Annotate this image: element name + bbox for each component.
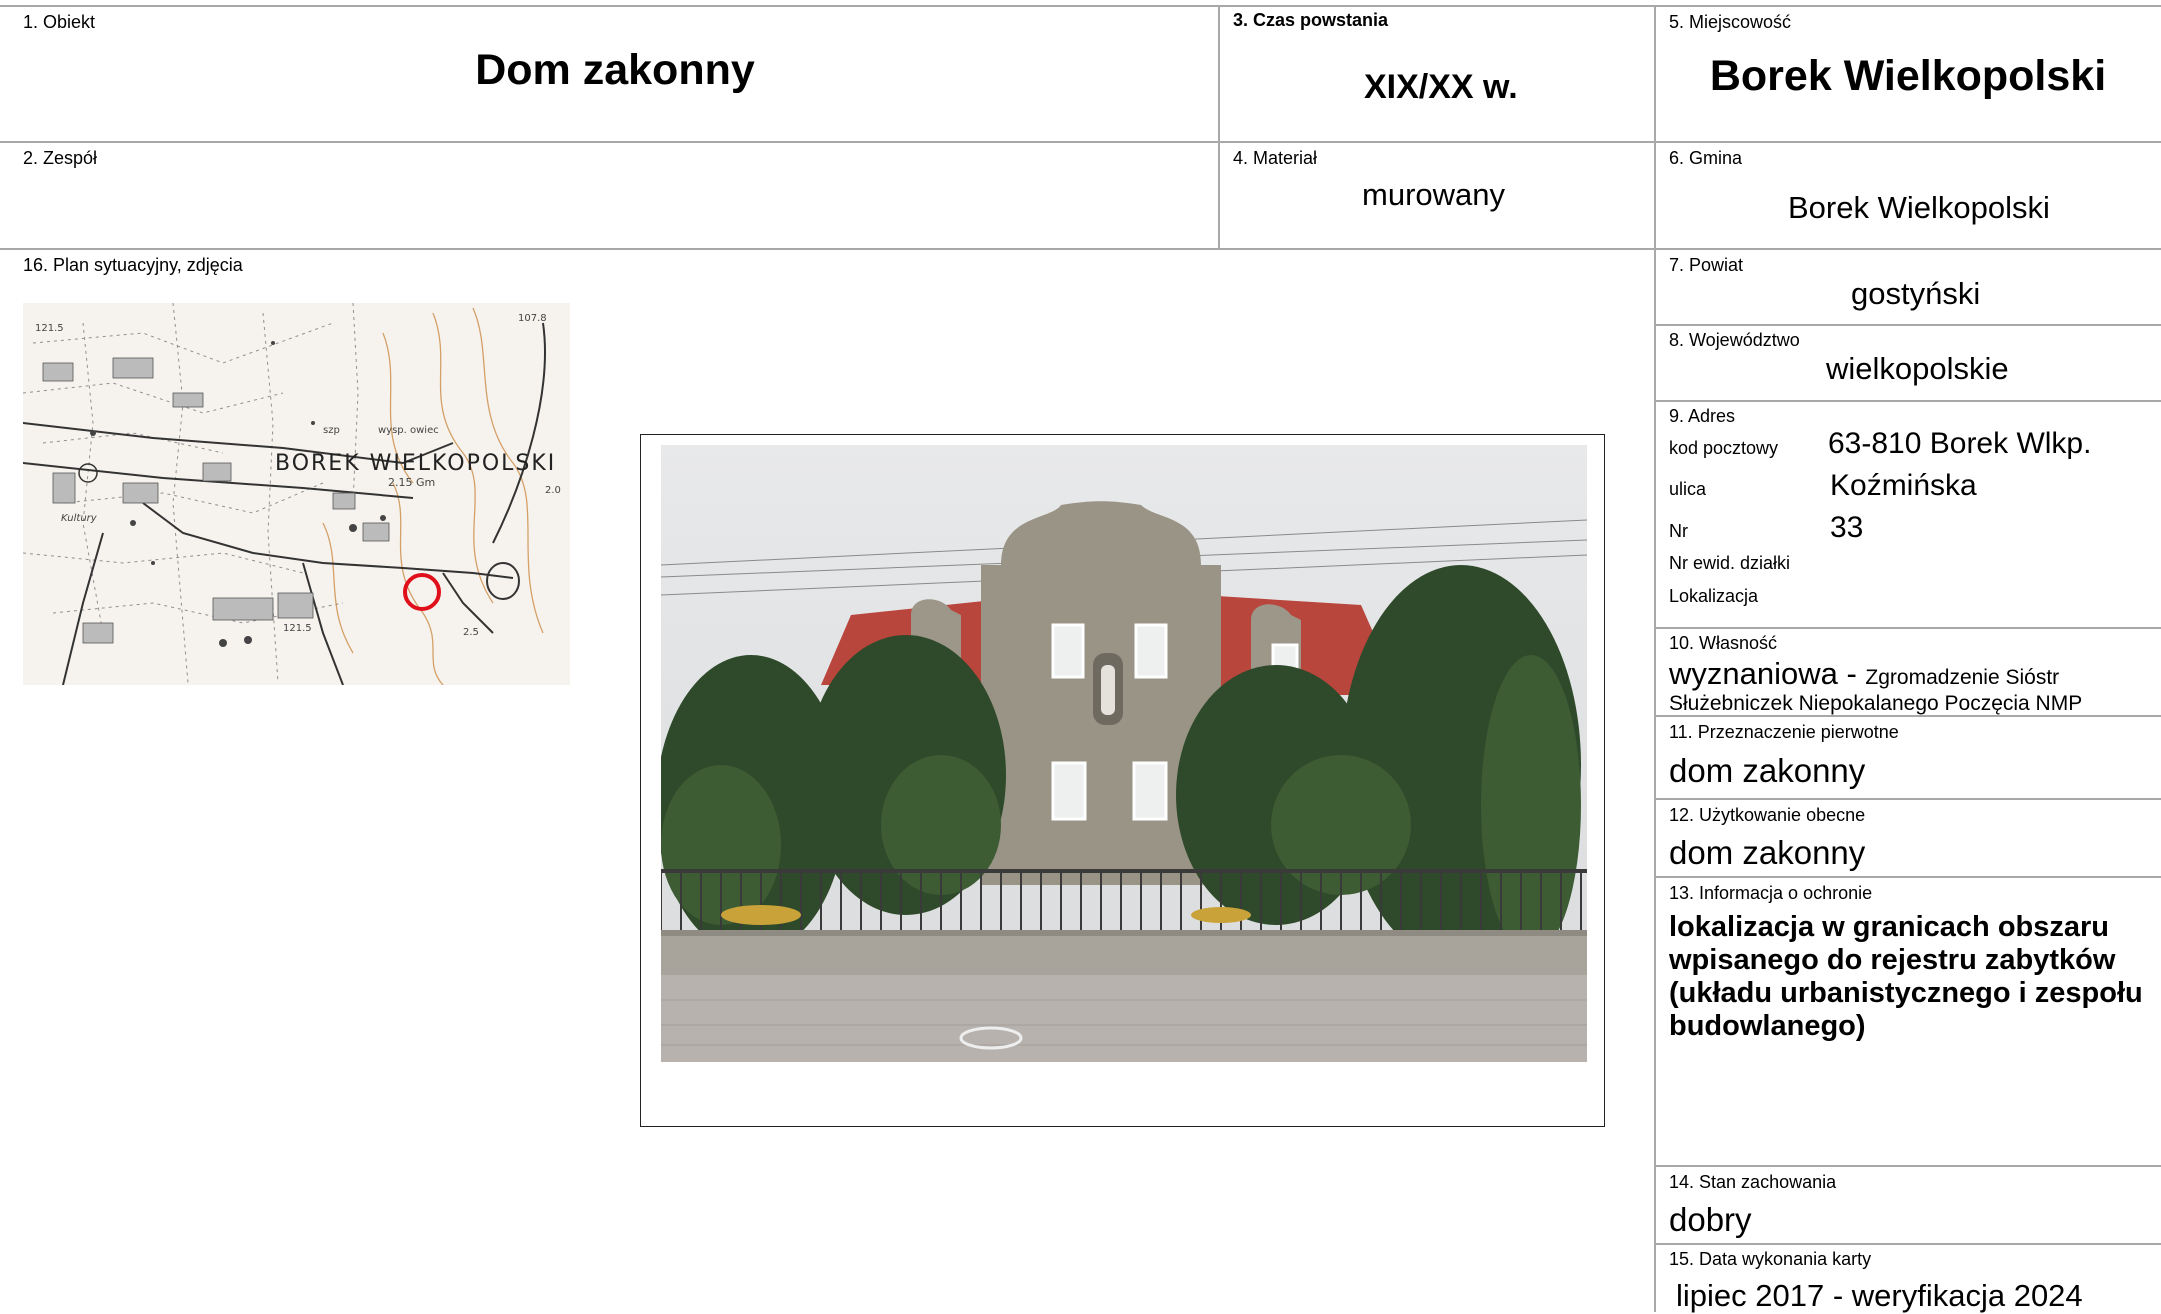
grid-line bbox=[0, 248, 2161, 250]
grid-line bbox=[0, 141, 2161, 143]
field-town-label: 5. Miejscowość bbox=[1669, 12, 1792, 32]
field-county-label: 7. Powiat bbox=[1669, 255, 1744, 275]
map-label-wysp: wysp. owiec bbox=[378, 425, 439, 436]
address-street-value: Koźmińska bbox=[1830, 469, 1977, 502]
protection-line-3: (układu urbanistycznego i zespołu bbox=[1669, 977, 2143, 1009]
address-nr-label: Nr bbox=[1669, 521, 1688, 541]
address-postal-label: kod pocztowy bbox=[1669, 438, 1779, 458]
map-label-gm: 2.15 Gm bbox=[388, 476, 435, 489]
field-province-label: 8. Województwo bbox=[1669, 330, 1800, 350]
grid-line bbox=[1218, 5, 1220, 249]
grid-line bbox=[0, 5, 2161, 7]
field-address-label: 9. Adres bbox=[1669, 406, 1736, 426]
field-date-label: 3. Czas powstania bbox=[1233, 10, 1389, 30]
grid-line bbox=[1655, 324, 2161, 326]
map-label-elev-2: 121.5 bbox=[35, 323, 64, 334]
field-condition-label: 14. Stan zachowania bbox=[1669, 1172, 1837, 1192]
field-ownership-label: 10. Własność bbox=[1669, 633, 1778, 653]
map-label-contour-2: 2.5 bbox=[463, 627, 479, 638]
address-parcel-label: Nr ewid. działki bbox=[1669, 553, 1791, 573]
field-condition-value: dobry bbox=[1669, 1201, 1752, 1238]
address-location-label: Lokalizacja bbox=[1669, 586, 1759, 606]
field-current-use-label: 12. Użytkowanie obecne bbox=[1669, 805, 1866, 825]
protection-line-2: wpisanego do rejestru zabytków bbox=[1669, 944, 2116, 976]
grid-line bbox=[1655, 876, 2161, 878]
field-original-use-label: 11. Przeznaczenie pierwotne bbox=[1669, 722, 1899, 742]
protection-line-1: lokalizacja w granicach obszaru bbox=[1669, 911, 2109, 943]
address-postal-value: 63-810 Borek Wlkp. bbox=[1828, 427, 2092, 460]
field-card-date-value: lipiec 2017 - weryfikacja 2024 bbox=[1676, 1278, 2083, 1313]
field-commune-label: 6. Gmina bbox=[1669, 148, 1743, 168]
address-street-label: ulica bbox=[1669, 479, 1707, 499]
field-complex-label: 2. Zespół bbox=[23, 148, 98, 168]
field-original-use-value: dom zakonny bbox=[1669, 752, 1866, 789]
map-label-kultury: Kultury bbox=[61, 513, 98, 524]
ownership-main: wyznaniowa - bbox=[1669, 656, 1866, 691]
field-commune-value: Borek Wielkopolski bbox=[1788, 190, 2050, 225]
protection-line-4: budowlanego) bbox=[1669, 1010, 1866, 1042]
field-object-value: Dom zakonny bbox=[475, 46, 755, 94]
grid-line bbox=[1655, 627, 2161, 629]
map-label-elev-1: 107.8 bbox=[518, 313, 547, 324]
ownership-detail-2: Służebniczek Niepokalanego Poczęcia NMP bbox=[1669, 692, 2083, 715]
map-title: BOREK WIELKOPOLSKI bbox=[275, 451, 556, 476]
map-label-szp: szp bbox=[323, 425, 340, 436]
field-current-use-value: dom zakonny bbox=[1669, 834, 1866, 871]
grid-line bbox=[1655, 1165, 2161, 1167]
field-plan-label: 16. Plan sytuacyjny, zdjęcia bbox=[23, 255, 243, 275]
field-material-label: 4. Materiał bbox=[1233, 148, 1318, 168]
grid-line bbox=[1654, 5, 1656, 1312]
ownership-detail-1: Zgromadzenie Sióstr bbox=[1865, 666, 2060, 689]
field-date-value: XIX/XX w. bbox=[1364, 68, 1518, 106]
grid-line bbox=[1655, 400, 2161, 402]
map-label-contour-1: 2.0 bbox=[545, 485, 561, 496]
photo-frame bbox=[640, 434, 1605, 1127]
field-object-label: 1. Obiekt bbox=[23, 12, 96, 32]
field-card-date-label: 15. Data wykonania karty bbox=[1669, 1249, 1872, 1269]
field-material-value: murowany bbox=[1362, 177, 1505, 212]
field-town-value: Borek Wielkopolski bbox=[1709, 52, 2107, 100]
building-photo bbox=[661, 445, 1587, 1062]
map-label-elev-3: 121.5 bbox=[283, 623, 312, 634]
field-county-value: gostyński bbox=[1851, 276, 1981, 311]
grid-line bbox=[1655, 798, 2161, 800]
grid-line bbox=[1655, 1243, 2161, 1245]
situation-map: BOREK WIELKOPOLSKI 2.15 Gm wysp. owiec s… bbox=[23, 303, 570, 685]
field-ownership-value: wyznaniowa - Zgromadzenie Sióstr bbox=[1669, 656, 2059, 692]
field-protection-label: 13. Informacja o ochronie bbox=[1669, 883, 1873, 903]
address-nr-value: 33 bbox=[1830, 511, 1864, 544]
field-province-value: wielkopolskie bbox=[1826, 351, 2009, 386]
